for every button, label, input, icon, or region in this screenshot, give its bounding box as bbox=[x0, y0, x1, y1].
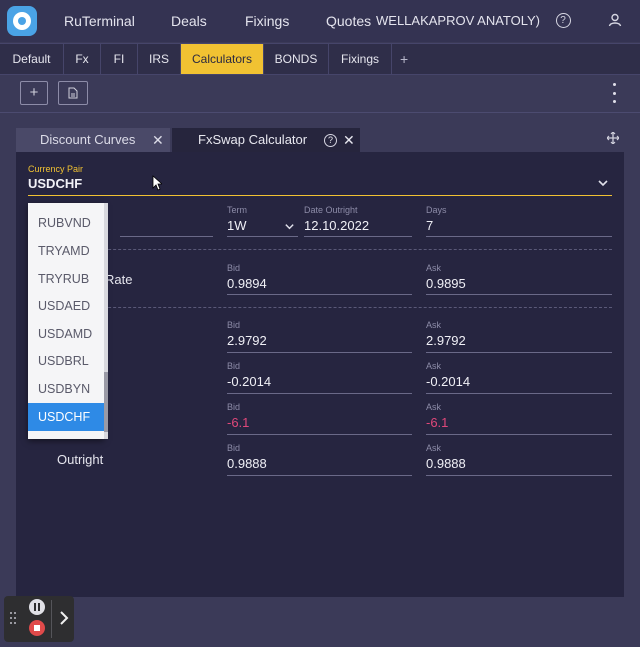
row1-bid-input[interactable]: 2.9792 bbox=[227, 333, 267, 348]
tab-discount-curves[interactable]: Discount Curves ✕ bbox=[16, 128, 170, 152]
spot-bid-input[interactable]: 0.9894 bbox=[227, 276, 267, 291]
drag-handle-icon[interactable] bbox=[10, 612, 18, 626]
bid-label: Bid bbox=[227, 443, 241, 453]
dropdown-option[interactable]: TRYAMD bbox=[28, 237, 104, 265]
close-icon[interactable]: ✕ bbox=[152, 128, 164, 152]
add-tab-button[interactable]: + bbox=[400, 44, 408, 74]
logo-icon[interactable] bbox=[7, 6, 37, 36]
ask-label: Ask bbox=[426, 263, 442, 273]
field-underline bbox=[426, 352, 612, 353]
term-label: Term bbox=[227, 205, 247, 215]
nav-fixings[interactable]: Fixings bbox=[245, 13, 289, 29]
row2-bid-input[interactable]: -0.2014 bbox=[227, 374, 271, 389]
tab-fi[interactable]: FI bbox=[101, 44, 138, 74]
field-underline bbox=[426, 475, 612, 476]
section-divider bbox=[28, 307, 612, 308]
term-select[interactable]: 1W bbox=[227, 218, 247, 233]
dropdown-option[interactable]: USDAED bbox=[28, 292, 104, 320]
days-underline bbox=[426, 236, 612, 237]
dropdown-option[interactable]: USDBYN bbox=[28, 375, 104, 403]
ask-label: Ask bbox=[426, 402, 442, 412]
tab-irs[interactable]: IRS bbox=[138, 44, 181, 74]
nav-quotes[interactable]: Quotes bbox=[326, 13, 371, 29]
days-input[interactable]: 7 bbox=[426, 218, 433, 233]
date-outright-input[interactable]: 12.10.2022 bbox=[304, 218, 369, 233]
tab-default[interactable]: Default bbox=[0, 44, 64, 74]
tab-fxswap-calculator[interactable]: FxSwap Calculator ? ✕ bbox=[172, 128, 360, 152]
move-icon[interactable] bbox=[606, 131, 620, 146]
date-underline bbox=[304, 236, 412, 237]
field-underline bbox=[426, 294, 612, 295]
field-underline bbox=[227, 475, 412, 476]
days-label: Days bbox=[426, 205, 447, 215]
row1-ask-input[interactable]: 2.9792 bbox=[426, 333, 466, 348]
row3-bid-input[interactable]: -6.1 bbox=[227, 415, 249, 430]
ask-label: Ask bbox=[426, 443, 442, 453]
nav-deals[interactable]: Deals bbox=[171, 13, 207, 29]
section-divider bbox=[28, 249, 612, 250]
pause-icon[interactable] bbox=[29, 599, 45, 615]
field-underline bbox=[426, 434, 612, 435]
currency-pair-dropdown: RUBVND TRYAMD TRYRUB USDAED USDAMD USDBR… bbox=[28, 203, 104, 439]
bid-label: Bid bbox=[227, 361, 241, 371]
field-underline bbox=[227, 393, 412, 394]
tab-bonds[interactable]: BONDS bbox=[264, 44, 329, 74]
user-icon[interactable] bbox=[606, 11, 624, 29]
dropdown-option[interactable]: USDBRL bbox=[28, 347, 104, 375]
dropdown-option[interactable]: TRYRUB bbox=[28, 265, 104, 293]
user-name: WELLAKAPROV ANATOLY) bbox=[376, 13, 540, 28]
chevron-down-icon[interactable] bbox=[284, 221, 295, 232]
tab-calculators[interactable]: Calculators bbox=[181, 44, 264, 74]
outright-bid-input[interactable]: 0.9888 bbox=[227, 456, 267, 471]
bid-label: Bid bbox=[227, 263, 241, 273]
chevron-down-icon[interactable] bbox=[597, 177, 609, 189]
field-underline bbox=[227, 434, 412, 435]
currency-pair-label: Currency Pair bbox=[28, 164, 84, 174]
add-widget-button[interactable]: + bbox=[20, 81, 48, 105]
close-icon[interactable]: ✕ bbox=[343, 128, 355, 152]
term-underline bbox=[227, 236, 298, 237]
help-icon[interactable]: ? bbox=[554, 11, 572, 29]
tab-fx[interactable]: Fx bbox=[64, 44, 101, 74]
document-button[interactable] bbox=[58, 81, 88, 105]
tab-fixings[interactable]: Fixings bbox=[329, 44, 392, 74]
row2-ask-input[interactable]: -0.2014 bbox=[426, 374, 470, 389]
field-underline bbox=[227, 294, 412, 295]
mouse-cursor-icon bbox=[152, 175, 162, 191]
nav-ruterminal[interactable]: RuTerminal bbox=[64, 13, 135, 29]
field-underline bbox=[120, 236, 213, 237]
date-outright-label: Date Outright bbox=[304, 205, 358, 215]
rate-row-label: Rate bbox=[105, 272, 133, 287]
field-underline bbox=[426, 393, 612, 394]
dropdown-option[interactable]: RUBVND bbox=[28, 209, 104, 237]
workspace-tabs: Default Fx FI IRS Calculators BONDS Fixi… bbox=[0, 43, 640, 75]
ask-label: Ask bbox=[426, 361, 442, 371]
outright-ask-input[interactable]: 0.9888 bbox=[426, 456, 466, 471]
stop-icon[interactable] bbox=[29, 620, 45, 636]
more-vertical-icon[interactable] bbox=[610, 83, 618, 103]
bid-label: Bid bbox=[227, 320, 241, 330]
help-icon[interactable]: ? bbox=[324, 134, 337, 147]
recorder-divider bbox=[51, 600, 52, 638]
tab-fxswap-label: FxSwap Calculator bbox=[198, 132, 308, 147]
field-underline bbox=[227, 352, 412, 353]
toolbar-divider bbox=[0, 112, 640, 113]
dropdown-option-selected[interactable]: USDCHF bbox=[28, 403, 104, 431]
bid-label: Bid bbox=[227, 402, 241, 412]
spot-ask-input[interactable]: 0.9895 bbox=[426, 276, 466, 291]
outright-label: Outright bbox=[57, 452, 104, 467]
row3-ask-input[interactable]: -6.1 bbox=[426, 415, 448, 430]
ask-label: Ask bbox=[426, 320, 442, 330]
dropdown-option[interactable]: USDAMD bbox=[28, 320, 104, 348]
currency-pair-select[interactable]: USDCHF bbox=[28, 176, 82, 191]
currency-pair-underline bbox=[28, 195, 612, 196]
document-icon bbox=[68, 87, 78, 99]
tab-discount-curves-label: Discount Curves bbox=[40, 132, 136, 147]
dropdown-scroll-thumb[interactable] bbox=[104, 372, 108, 432]
chevron-right-icon[interactable] bbox=[59, 611, 69, 625]
